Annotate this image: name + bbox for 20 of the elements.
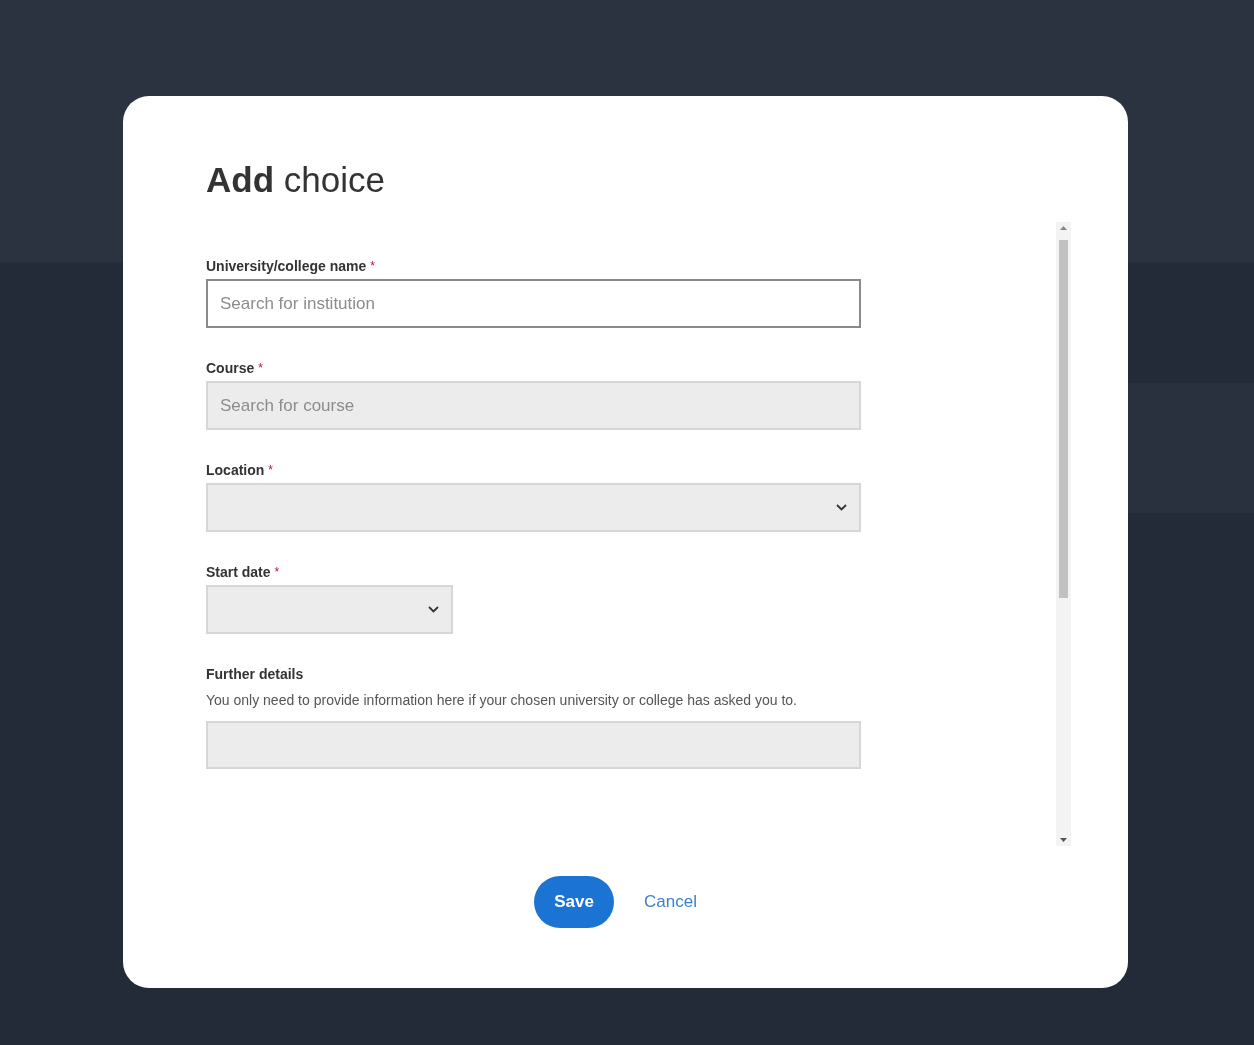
field-label: Location [206, 460, 265, 480]
required-mark: * [274, 564, 280, 581]
cancel-link[interactable]: Cancel [644, 889, 697, 915]
save-button[interactable]: Save [534, 876, 615, 928]
dialog-title: Add choice [206, 159, 385, 201]
chevron-down-icon [836, 504, 847, 511]
field-label: Further details [206, 664, 304, 684]
scroll-down-icon[interactable] [1060, 838, 1067, 842]
field-label: Course [206, 358, 255, 378]
required-mark: * [258, 360, 263, 377]
field-label: Start date [206, 562, 271, 582]
field-label: University/college name [206, 256, 367, 276]
input-field[interactable]: Search for institution [206, 279, 861, 328]
chevron-down-icon [428, 606, 439, 613]
required-mark: * [370, 258, 375, 275]
required-mark: * [268, 462, 273, 479]
scroll-up-icon[interactable] [1060, 226, 1067, 230]
scrollbar-thumb[interactable] [1059, 240, 1068, 598]
field-hint: You only need to provide information here if your chosen university or college has asked you to. [206, 691, 797, 710]
scrollbar[interactable] [1056, 222, 1071, 846]
